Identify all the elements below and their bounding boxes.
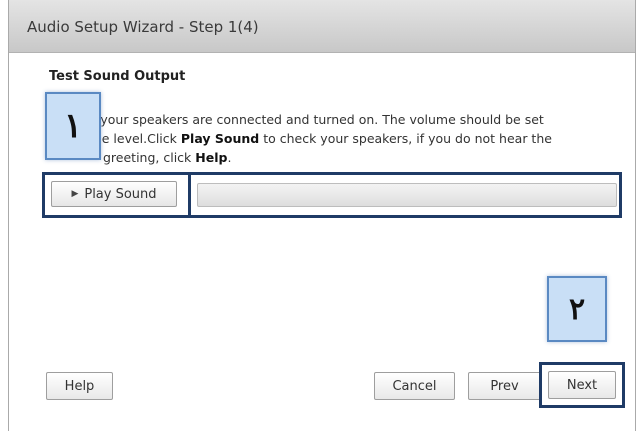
prev-button[interactable]: Prev xyxy=(468,372,541,400)
instructions-line-3b: . xyxy=(227,150,232,165)
play-sound-highlight: ▶ Play Sound xyxy=(42,172,622,218)
instructions-line-2b: to check your speakers, if you do not he… xyxy=(263,131,552,146)
instructions-text: that your speakers are connected and tur… xyxy=(71,110,621,167)
play-sound-label: Play Sound xyxy=(84,186,157,202)
play-sound-emphasis: Play Sound xyxy=(180,131,260,146)
sound-level-bar xyxy=(197,183,617,207)
play-sound-button[interactable]: ▶ Play Sound xyxy=(51,181,177,207)
help-button[interactable]: Help xyxy=(46,372,113,400)
instructions-line-3a: greeting, click xyxy=(103,150,192,165)
step-badge-1: ١ xyxy=(45,92,101,160)
next-button[interactable]: Next xyxy=(548,371,616,399)
window-title: Audio Setup Wizard - Step 1(4) xyxy=(27,18,259,36)
play-button-highlight: ▶ Play Sound xyxy=(45,175,191,215)
step-badge-2: ٢ xyxy=(547,276,607,342)
cancel-button[interactable]: Cancel xyxy=(374,372,455,400)
help-emphasis: Help xyxy=(195,150,228,165)
audio-setup-dialog: Audio Setup Wizard - Step 1(4) Test Soun… xyxy=(8,0,636,431)
instructions-line-1: that your speakers are connected and tur… xyxy=(71,112,544,127)
title-bar: Audio Setup Wizard - Step 1(4) xyxy=(9,0,635,53)
next-button-highlight: Next xyxy=(539,362,625,408)
section-heading: Test Sound Output xyxy=(49,69,186,84)
play-icon: ▶ xyxy=(71,189,79,199)
